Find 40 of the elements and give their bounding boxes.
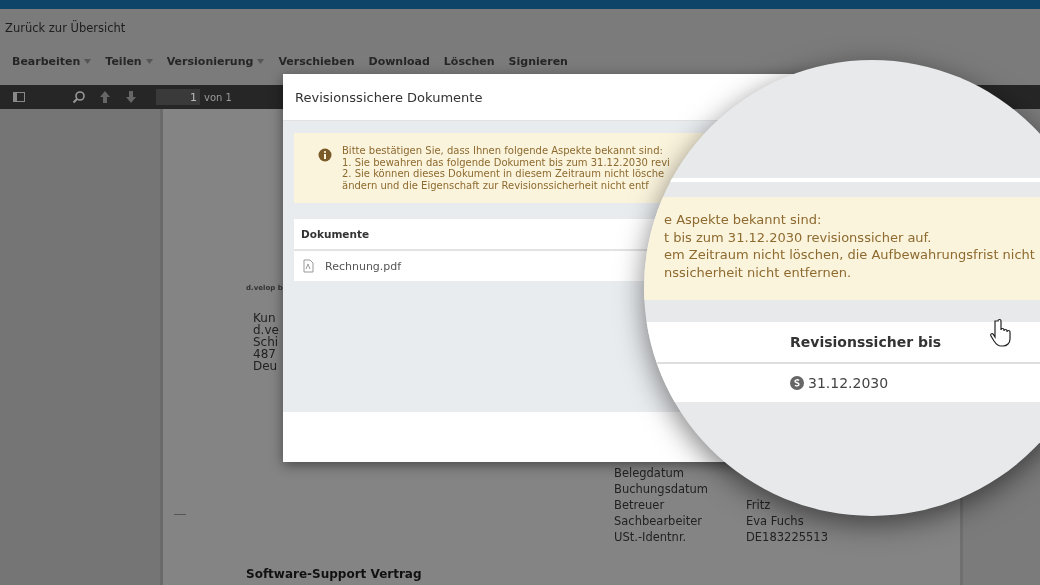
detail-label: Sachbearbeiter (614, 514, 703, 528)
detail-label: Betreuer (614, 498, 666, 512)
address-line: Kun (253, 312, 276, 324)
alert-text: 2. Sie können dieses Dokument in diesem Zeitraum nicht lösche (342, 168, 666, 180)
menu-item[interactable]: Download (368, 54, 430, 68)
address-line: Schi (253, 336, 279, 348)
detail-label: Buchungsdatum (614, 482, 709, 496)
detail-label: Belegdatum (614, 466, 685, 480)
alert-text: 1. Sie bewahren das folgende Dokument bis zum 31.12.2030 revi (342, 156, 670, 168)
detail-value: Eva Fuchs (746, 514, 805, 528)
arrow-down-icon[interactable] (124, 90, 138, 104)
search-icon[interactable] (72, 90, 86, 104)
detail-value: Fritz (746, 498, 772, 512)
column-header: Revisionssicher bis (644, 322, 1040, 364)
menu-item[interactable]: Löschen (443, 54, 495, 68)
menu-item[interactable]: Signieren (508, 54, 568, 68)
menu-item[interactable]: Versionierung (166, 54, 265, 68)
sidebar-toggle-icon[interactable] (12, 90, 26, 104)
address-line: 487 (253, 348, 276, 360)
detail-value: DE183225513 (746, 530, 829, 544)
menu-item[interactable]: Verschieben (278, 54, 355, 68)
info-icon (318, 148, 332, 162)
alert-text: Bitte bestätigen Sie, dass Ihnen folgende Aspekte bekannt sind: (342, 145, 664, 157)
hand-cursor-icon (990, 318, 1014, 348)
address-line: d.ve (253, 324, 279, 336)
back-link[interactable]: Zurück zur Übersicht (5, 21, 126, 35)
menu-item[interactable]: Bearbeiten (12, 54, 92, 68)
page-number-field[interactable]: 1 (156, 89, 200, 105)
pdf-file-icon (301, 259, 315, 273)
menu-item[interactable]: Teilen (105, 54, 153, 68)
address-line: Deu (253, 360, 278, 372)
arrow-up-icon[interactable] (98, 90, 112, 104)
page-count: von 1 (204, 91, 232, 103)
alert-text: nssicherheit nicht entfernen. (664, 263, 853, 281)
table-cell: 31.12.2030 (808, 375, 889, 391)
alert-text: ändern und die Eigenschaft zur Revisionssicherheit nicht entf (342, 179, 650, 191)
document-heading: Software-Support Vertrag (246, 567, 423, 581)
detail-label: USt.-Identnr. (614, 530, 688, 544)
table-cell: Rechnung.pdf (325, 259, 402, 273)
status-icon (790, 376, 804, 390)
